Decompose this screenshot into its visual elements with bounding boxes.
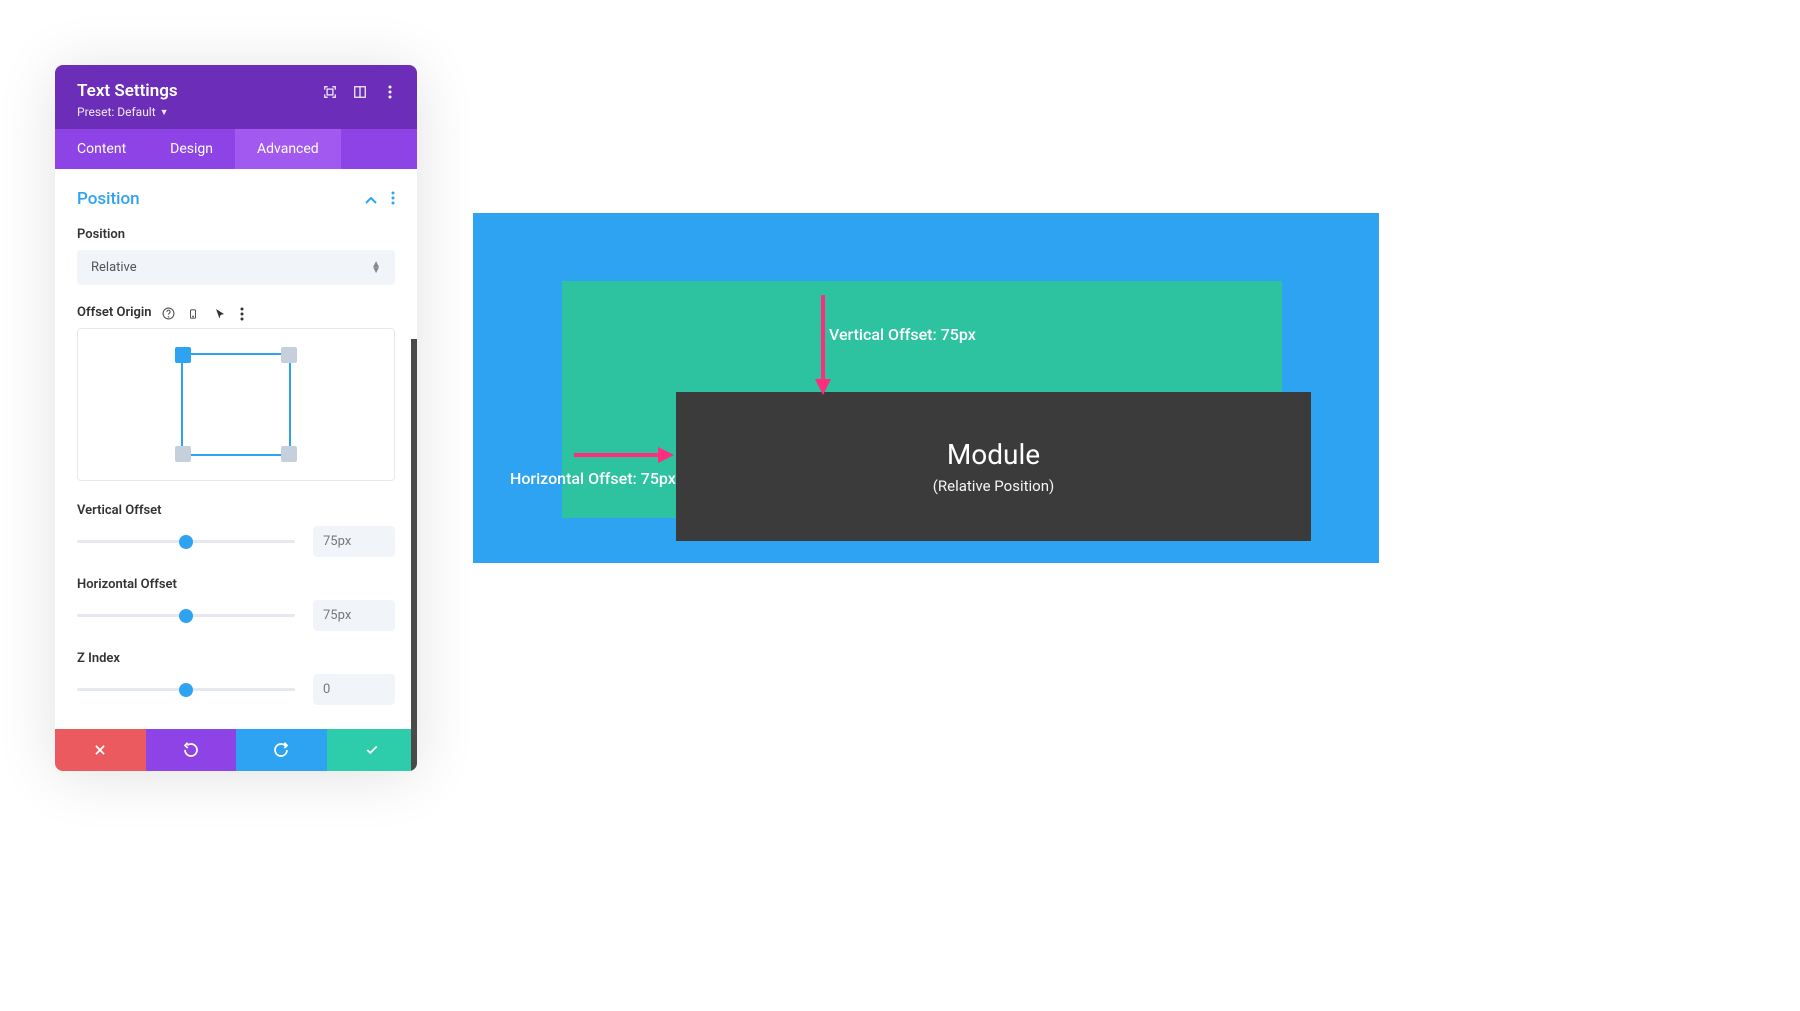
undo-button[interactable] [146, 729, 237, 771]
cancel-button[interactable] [55, 729, 146, 771]
caret-down-icon: ▼ [160, 107, 169, 118]
horizontal-offset-label: Horizontal Offset [77, 577, 395, 592]
horizontal-offset-input[interactable]: 75px [313, 600, 395, 631]
vertical-offset-field: Vertical Offset 75px [77, 503, 395, 557]
vertical-offset-controls: 75px [77, 526, 395, 557]
zindex-input[interactable]: 0 [313, 674, 395, 705]
offset-origin-text: Offset Origin [77, 305, 152, 320]
offset-origin-toolbar [162, 307, 252, 319]
vertical-offset-label: Vertical Offset [77, 503, 395, 518]
panel-footer [55, 729, 417, 771]
horizontal-offset-controls: 75px [77, 600, 395, 631]
hover-icon[interactable] [214, 307, 226, 319]
horizontal-offset-annotation: Horizontal Offset: 75px [510, 469, 676, 488]
preset-label: Preset: Default [77, 105, 156, 119]
save-button[interactable] [327, 729, 418, 771]
field-more-icon[interactable] [240, 307, 252, 319]
horizontal-offset-thumb[interactable] [179, 609, 193, 623]
module-subtitle: (Relative Position) [933, 477, 1054, 495]
zindex-field: Z Index 0 [77, 651, 395, 705]
vertical-offset-thumb[interactable] [179, 535, 193, 549]
offset-origin-picker [77, 328, 395, 481]
scrollbar[interactable] [411, 339, 417, 771]
mobile-icon[interactable] [188, 307, 200, 319]
origin-grid [181, 353, 291, 456]
panel-header-left: Text Settings Preset: Default ▼ [77, 81, 178, 119]
position-select[interactable]: Relative ▲▼ [77, 250, 395, 285]
panel-layout-icon[interactable] [353, 85, 367, 99]
preset-dropdown[interactable]: Preset: Default ▼ [77, 105, 178, 119]
position-value: Relative [91, 260, 137, 275]
origin-handle-top-right[interactable] [281, 347, 297, 363]
vertical-offset-slider[interactable] [77, 540, 295, 543]
section-more-icon[interactable] [391, 190, 395, 209]
collapse-icon[interactable] [365, 190, 377, 209]
settings-panel: Text Settings Preset: Default ▼ Content … [55, 65, 417, 771]
tab-content[interactable]: Content [55, 129, 148, 169]
select-arrows-icon: ▲▼ [371, 262, 381, 274]
zindex-thumb[interactable] [179, 683, 193, 697]
panel-header: Text Settings Preset: Default ▼ [55, 65, 417, 129]
horizontal-offset-field: Horizontal Offset 75px [77, 577, 395, 631]
expand-icon[interactable] [323, 85, 337, 99]
panel-header-actions [323, 81, 397, 99]
vertical-arrow-icon [813, 295, 833, 399]
horizontal-arrow-icon [574, 445, 674, 469]
redo-button[interactable] [236, 729, 327, 771]
preview-module: Module (Relative Position) [676, 392, 1311, 541]
zindex-label: Z Index [77, 651, 395, 666]
help-icon[interactable] [162, 307, 174, 319]
panel-title: Text Settings [77, 81, 178, 101]
origin-handle-bottom-left[interactable] [175, 446, 191, 462]
horizontal-offset-slider[interactable] [77, 614, 295, 617]
position-label: Position [77, 227, 395, 242]
origin-handle-top-left[interactable] [175, 347, 191, 363]
tab-design[interactable]: Design [148, 129, 235, 169]
origin-handle-bottom-right[interactable] [281, 446, 297, 462]
zindex-slider[interactable] [77, 688, 295, 691]
preview-diagram: Module (Relative Position) Vertical Offs… [473, 213, 1379, 563]
more-vertical-icon[interactable] [383, 85, 397, 99]
section-actions [365, 190, 395, 209]
vertical-offset-annotation: Vertical Offset: 75px [829, 325, 976, 344]
tabs: Content Design Advanced [55, 129, 417, 169]
section-title: Position [77, 189, 140, 209]
tab-advanced[interactable]: Advanced [235, 129, 341, 169]
offset-origin-label: Offset Origin [77, 305, 395, 320]
vertical-offset-input[interactable]: 75px [313, 526, 395, 557]
zindex-controls: 0 [77, 674, 395, 705]
panel-body: Position Position Relative ▲▼ Offset Ori… [55, 169, 417, 729]
section-header: Position [77, 189, 395, 209]
module-title: Module [947, 438, 1040, 471]
